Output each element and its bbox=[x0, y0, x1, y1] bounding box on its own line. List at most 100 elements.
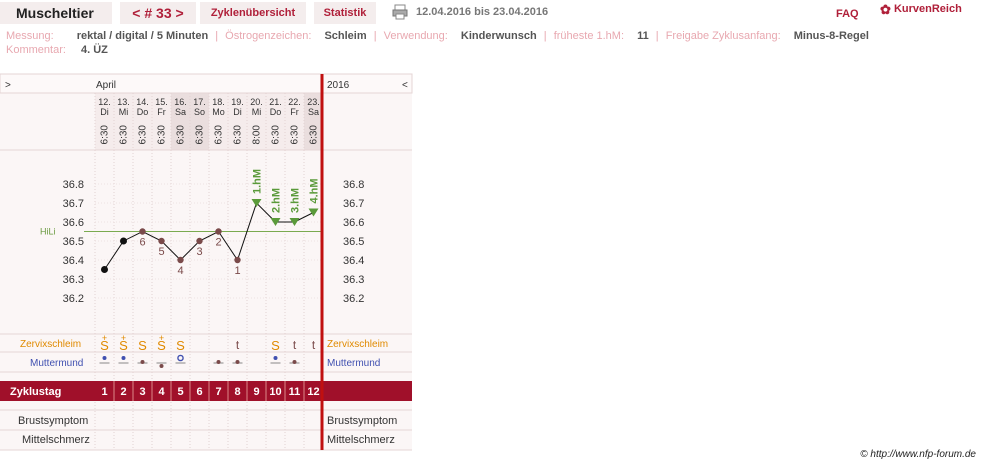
zervix-label-left: Zervixschleim bbox=[20, 339, 81, 350]
temp-point bbox=[101, 266, 108, 273]
zyklustag-number: 4 bbox=[158, 386, 165, 398]
zyklustag-number: 2 bbox=[120, 386, 126, 398]
y-tick-right: 36.4 bbox=[343, 255, 364, 267]
date-label: 13. bbox=[117, 97, 130, 107]
y-tick-left: 36.8 bbox=[63, 179, 84, 191]
muttermund-label-right: Muttermund bbox=[327, 358, 380, 369]
low-number: 6 bbox=[139, 237, 145, 249]
weekday-label: Di bbox=[233, 107, 242, 117]
muttermund-dot bbox=[235, 360, 240, 364]
zervix-value: S bbox=[271, 338, 280, 353]
time-label: 6:30 bbox=[271, 125, 282, 145]
weekday-label: Mi bbox=[119, 107, 129, 117]
muttermund-dot bbox=[121, 356, 126, 360]
weekday-label: Sa bbox=[175, 107, 186, 117]
y-tick-left: 36.3 bbox=[63, 274, 84, 286]
zyklustag-number: 5 bbox=[177, 386, 183, 398]
zyklustag-number: 6 bbox=[196, 386, 202, 398]
zyklustag-number: 1 bbox=[101, 386, 107, 398]
zervix-value: S bbox=[176, 338, 185, 353]
zyklustag-bar bbox=[0, 381, 412, 401]
weekday-label: Do bbox=[270, 107, 282, 117]
time-label: 6:30 bbox=[119, 125, 130, 145]
date-label: 20. bbox=[250, 97, 263, 107]
low-number: 4 bbox=[177, 265, 183, 277]
hm-label: 3.hM bbox=[290, 188, 302, 213]
nav-next-button: < bbox=[402, 80, 408, 91]
temp-point-low bbox=[139, 228, 146, 235]
hm-label: 2.hM bbox=[271, 188, 283, 213]
y-tick-right: 36.3 bbox=[343, 274, 364, 286]
nav-prev-button: > bbox=[5, 80, 11, 91]
month-label: April bbox=[96, 80, 116, 91]
weekday-label: Fr bbox=[157, 107, 166, 117]
y-tick-right: 36.8 bbox=[343, 179, 364, 191]
zyklustag-number: 11 bbox=[289, 386, 301, 398]
zyklustag-number: 12 bbox=[307, 386, 319, 398]
muttermund-dot bbox=[292, 360, 297, 364]
zyklustag-number: 10 bbox=[269, 386, 281, 398]
time-label: 6:30 bbox=[290, 125, 301, 145]
low-number: 2 bbox=[215, 237, 221, 249]
muttermund-label-left: Muttermund bbox=[30, 358, 83, 369]
zyklustag-number: 3 bbox=[139, 386, 145, 398]
brust-label-right: Brustsymptom bbox=[327, 415, 397, 427]
weekday-label: Di bbox=[100, 107, 109, 117]
weekday-label: So bbox=[194, 107, 205, 117]
muttermund-dot bbox=[159, 364, 164, 368]
time-label: 6:30 bbox=[157, 125, 168, 145]
mittel-label-right: Mittelschmerz bbox=[327, 434, 395, 446]
muttermund-dot bbox=[273, 356, 278, 360]
low-number: 5 bbox=[158, 246, 164, 258]
date-label: 19. bbox=[231, 97, 244, 107]
y-tick-left: 36.2 bbox=[63, 293, 84, 305]
time-label: 6:30 bbox=[138, 125, 149, 145]
date-label: 12. bbox=[98, 97, 111, 107]
weekday-label: Fr bbox=[290, 107, 299, 117]
date-label: 15. bbox=[155, 97, 168, 107]
temp-point bbox=[120, 237, 127, 245]
temp-point-low bbox=[177, 256, 184, 264]
credit-text: © http://www.nfp-forum.de bbox=[860, 449, 976, 460]
time-label: 6:30 bbox=[176, 125, 187, 145]
zervix-label-right: Zervixschleim bbox=[327, 339, 388, 350]
muttermund-dot bbox=[140, 360, 145, 364]
brust-label-left: Brustsymptom bbox=[18, 415, 88, 427]
muttermund-dot bbox=[216, 360, 221, 364]
muttermund-dot bbox=[102, 356, 107, 360]
zervix-plus: + bbox=[159, 333, 164, 343]
hm-label: 1.hM bbox=[252, 169, 264, 194]
time-label: 6:30 bbox=[233, 125, 244, 145]
y-tick-left: 36.6 bbox=[63, 217, 84, 229]
y-tick-left: 36.5 bbox=[63, 236, 84, 248]
date-label: 23. bbox=[307, 97, 320, 107]
zervix-plus: + bbox=[102, 333, 107, 343]
time-label: 6:30 bbox=[214, 125, 225, 145]
y-tick-right: 36.7 bbox=[343, 198, 364, 210]
weekday-label: Do bbox=[137, 107, 149, 117]
low-number: 1 bbox=[234, 265, 240, 277]
weekday-label: Mo bbox=[212, 107, 225, 117]
temp-point-low bbox=[196, 237, 203, 245]
month-row bbox=[0, 73, 413, 94]
weekday-label: Sa bbox=[308, 107, 319, 117]
y-tick-right: 36.5 bbox=[343, 236, 364, 248]
y-tick-left: 36.7 bbox=[63, 198, 84, 210]
time-label: 8:00 bbox=[252, 125, 263, 145]
weekday-label: Mi bbox=[252, 107, 262, 117]
date-label: 16. bbox=[174, 97, 187, 107]
zyklustag-number: 7 bbox=[215, 386, 221, 398]
date-label: 14. bbox=[136, 97, 149, 107]
y-tick-right: 36.2 bbox=[343, 293, 364, 305]
zervix-plus: + bbox=[121, 333, 126, 343]
year-label: 2016 bbox=[327, 80, 350, 91]
zyklustag-number: 9 bbox=[253, 386, 259, 398]
hili-label: HiLi bbox=[40, 227, 56, 237]
time-label: 6:30 bbox=[100, 125, 111, 145]
y-tick-left: 36.4 bbox=[63, 255, 84, 267]
hm-label: 4.hM bbox=[309, 178, 321, 203]
date-label: 17. bbox=[193, 97, 206, 107]
zervix-value: S bbox=[138, 338, 147, 353]
cycle-chart: > April 2016 <12.Di6:3013.Mi6:3014.Do6:3015… bbox=[0, 73, 413, 451]
zyklustag-label: Zyklustag bbox=[10, 386, 61, 398]
